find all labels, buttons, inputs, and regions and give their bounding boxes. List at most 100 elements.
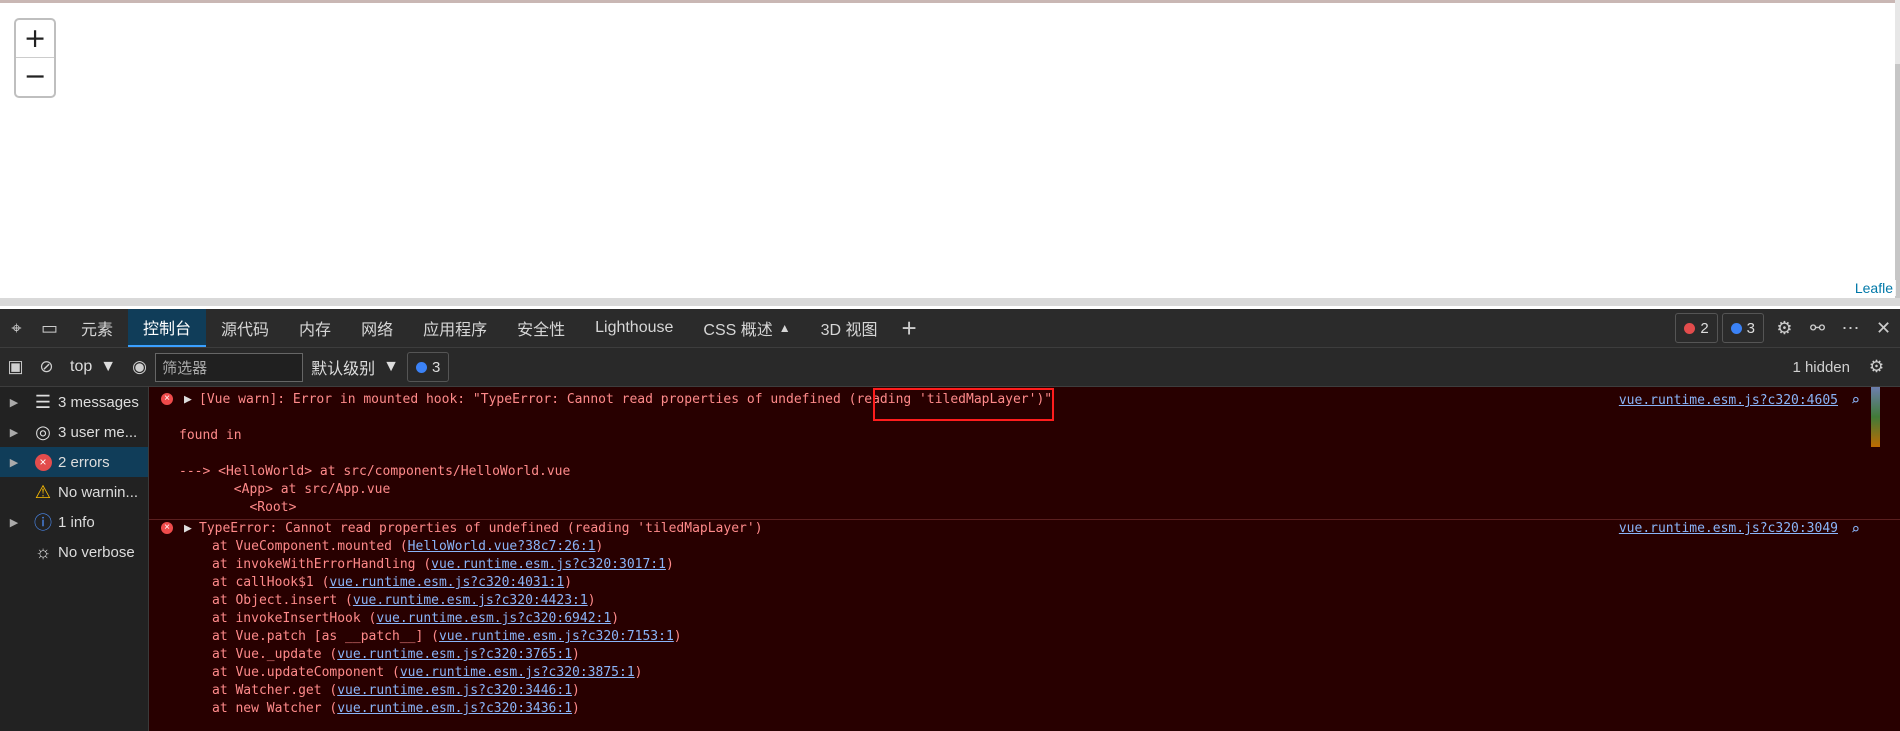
- devtools-right-tools: 2 3 ⚙ ⚯ ⋯ ✕: [1675, 309, 1900, 347]
- page-scroll-thumb[interactable]: [1895, 64, 1900, 298]
- expand-icon: ▶: [9, 426, 19, 439]
- stack-frame-text: at Object.insert (: [212, 593, 353, 608]
- experiment-icon: ▲: [778, 321, 791, 335]
- stack-source-link[interactable]: vue.runtime.esm.js?c320:3017:1: [431, 557, 666, 572]
- issues-badge[interactable]: 3: [406, 352, 450, 382]
- stack-frame-text: at callHook$1 (: [212, 575, 330, 590]
- expand-icon[interactable]: ▶: [184, 521, 192, 536]
- found-text: found in: [179, 428, 242, 443]
- stack-frame-text: at Vue.patch [as __patch__] (: [212, 629, 439, 644]
- device-toolbar-icon[interactable]: ▭: [33, 309, 66, 347]
- stack-source-link[interactable]: vue.runtime.esm.js?c320:3436:1: [337, 701, 572, 716]
- stack-source-link[interactable]: vue.runtime.esm.js?c320:4423:1: [353, 593, 588, 608]
- type-error-text: TypeError: Cannot read properties of und…: [199, 521, 763, 536]
- trace-line: <App> at src/App.vue: [179, 482, 391, 497]
- stack-frame-closing: ): [634, 665, 643, 680]
- stack-source-link[interactable]: vue.runtime.esm.js?c320:7153:1: [439, 629, 674, 644]
- expand-icon: ▶: [9, 456, 19, 469]
- context-select[interactable]: top ▼: [62, 352, 124, 383]
- remote-debug-icon[interactable]: ⚯: [1801, 309, 1834, 347]
- message-count: 3: [1746, 319, 1755, 337]
- stack-frame: at invokeWithErrorHandling (vue.runtime.…: [212, 557, 674, 572]
- error-icon: [1684, 322, 1696, 334]
- map-bottom-edge: [0, 298, 1900, 306]
- live-expression-eye-icon[interactable]: ◉: [124, 352, 155, 382]
- warning-icon: ⚠: [34, 481, 52, 502]
- type-error-message: × ▶ TypeError: Cannot read properties of…: [149, 520, 1880, 731]
- zoom-in-button[interactable]: +: [16, 20, 54, 58]
- sidebar-item-verbose[interactable]: ☼ No verbose: [0, 537, 148, 567]
- trace-line: <Root>: [179, 500, 297, 515]
- message-count-badge[interactable]: 3: [1721, 313, 1764, 343]
- stack-frame: at new Watcher (vue.runtime.esm.js?c320:…: [212, 701, 580, 716]
- search-icon[interactable]: ⌕: [1851, 520, 1860, 538]
- stack-source-link[interactable]: vue.runtime.esm.js?c320:4031:1: [329, 575, 564, 590]
- sidebar-item-info[interactable]: ▶ ⓘ 1 info: [0, 507, 148, 537]
- inspect-element-icon[interactable]: ⌖: [0, 309, 33, 347]
- stack-frame-text: at Vue.updateComponent (: [212, 665, 400, 680]
- tab-elements[interactable]: 元素: [66, 309, 128, 347]
- error-count: 2: [1700, 319, 1709, 337]
- tab-sources[interactable]: 源代码: [206, 309, 284, 347]
- user-icon: ◎: [35, 421, 51, 442]
- stack-frame-text: at VueComponent.mounted (: [212, 539, 408, 554]
- tab-security[interactable]: 安全性: [502, 309, 580, 347]
- source-link-warning[interactable]: vue.runtime.esm.js?c320:4605: [1619, 393, 1838, 408]
- sidebar-item-errors[interactable]: ▶ × 2 errors: [0, 447, 148, 477]
- close-icon[interactable]: ✕: [1867, 309, 1900, 347]
- map-zoom-control: + −: [14, 18, 56, 98]
- vue-warn-message: × ▶ [Vue warn]: Error in mounted hook: "…: [149, 387, 1880, 519]
- console-settings-gear-icon[interactable]: ⚙: [1861, 352, 1892, 382]
- expand-icon: ▶: [9, 516, 19, 529]
- error-icon: ×: [161, 522, 173, 534]
- sidebar-item-messages[interactable]: ▶ ☰ 3 messages: [0, 387, 148, 417]
- error-count-badge[interactable]: 2: [1675, 313, 1718, 343]
- tab-css-overview-label: CSS 概述: [703, 322, 773, 339]
- tab-css-overview[interactable]: CSS 概述 ▲: [688, 309, 805, 347]
- list-icon: ☰: [34, 391, 52, 412]
- stack-source-link[interactable]: vue.runtime.esm.js?c320:3765:1: [337, 647, 572, 662]
- clear-console-icon[interactable]: ⊘: [31, 352, 62, 382]
- more-options-icon[interactable]: ⋯: [1834, 309, 1867, 347]
- tab-3d-view[interactable]: 3D 视图: [806, 309, 893, 347]
- leaflet-attribution-link[interactable]: Leafle: [1851, 280, 1896, 296]
- zoom-out-button[interactable]: −: [16, 58, 54, 95]
- stack-frame: at VueComponent.mounted (HelloWorld.vue?…: [212, 539, 603, 554]
- expand-icon[interactable]: ▶: [184, 392, 192, 407]
- error-icon: ×: [28, 453, 58, 471]
- stack-frame-closing: ): [572, 647, 580, 662]
- tab-memory[interactable]: 内存: [284, 309, 346, 347]
- stack-source-link[interactable]: HelloWorld.vue?38c7:26:1: [408, 539, 596, 554]
- sidebar-item-user-messages[interactable]: ▶ ◎ 3 user me...: [0, 417, 148, 447]
- stack-frame-text: at Watcher.get (: [212, 683, 338, 698]
- console-filter-input[interactable]: 筛选器: [155, 352, 304, 382]
- stack-frame-text: at new Watcher (: [212, 701, 338, 716]
- sidebar-item-warnings[interactable]: ⚠ No warnin...: [0, 477, 148, 507]
- search-icon[interactable]: ⌕: [1851, 391, 1860, 409]
- console-minimap: [1871, 387, 1880, 447]
- context-value: top: [70, 358, 93, 375]
- issues-count: 3: [431, 358, 441, 376]
- sidebar-item-label: 2 errors: [58, 453, 110, 471]
- stack-frame-closing: ): [572, 701, 580, 716]
- source-link-error[interactable]: vue.runtime.esm.js?c320:3049: [1619, 521, 1838, 536]
- chevron-down-icon: ▼: [383, 358, 399, 375]
- sidebar-item-label: 1 info: [58, 513, 95, 531]
- tab-console[interactable]: 控制台: [128, 309, 207, 347]
- tab-lighthouse[interactable]: Lighthouse: [580, 309, 688, 347]
- stack-source-link[interactable]: vue.runtime.esm.js?c320:6942:1: [376, 611, 611, 626]
- sidebar-toggle-icon[interactable]: ▣: [0, 352, 31, 382]
- settings-gear-icon[interactable]: ⚙: [1768, 309, 1801, 347]
- add-tab-icon[interactable]: +: [893, 309, 926, 347]
- tab-network[interactable]: 网络: [346, 309, 408, 347]
- level-select[interactable]: 默认级别 ▼: [303, 352, 407, 383]
- stack-frame: at Vue._update (vue.runtime.esm.js?c320:…: [212, 647, 580, 662]
- chevron-down-icon: ▼: [100, 358, 117, 375]
- page-scrollbar[interactable]: [1895, 0, 1900, 303]
- stack-source-link[interactable]: vue.runtime.esm.js?c320:3446:1: [337, 683, 572, 698]
- console-output: × ▶ [Vue warn]: Error in mounted hook: "…: [149, 387, 1900, 731]
- map-view[interactable]: [0, 0, 1900, 306]
- tab-application[interactable]: 应用程序: [408, 309, 502, 347]
- message-icon: [1730, 322, 1742, 334]
- stack-source-link[interactable]: vue.runtime.esm.js?c320:3875:1: [400, 665, 635, 680]
